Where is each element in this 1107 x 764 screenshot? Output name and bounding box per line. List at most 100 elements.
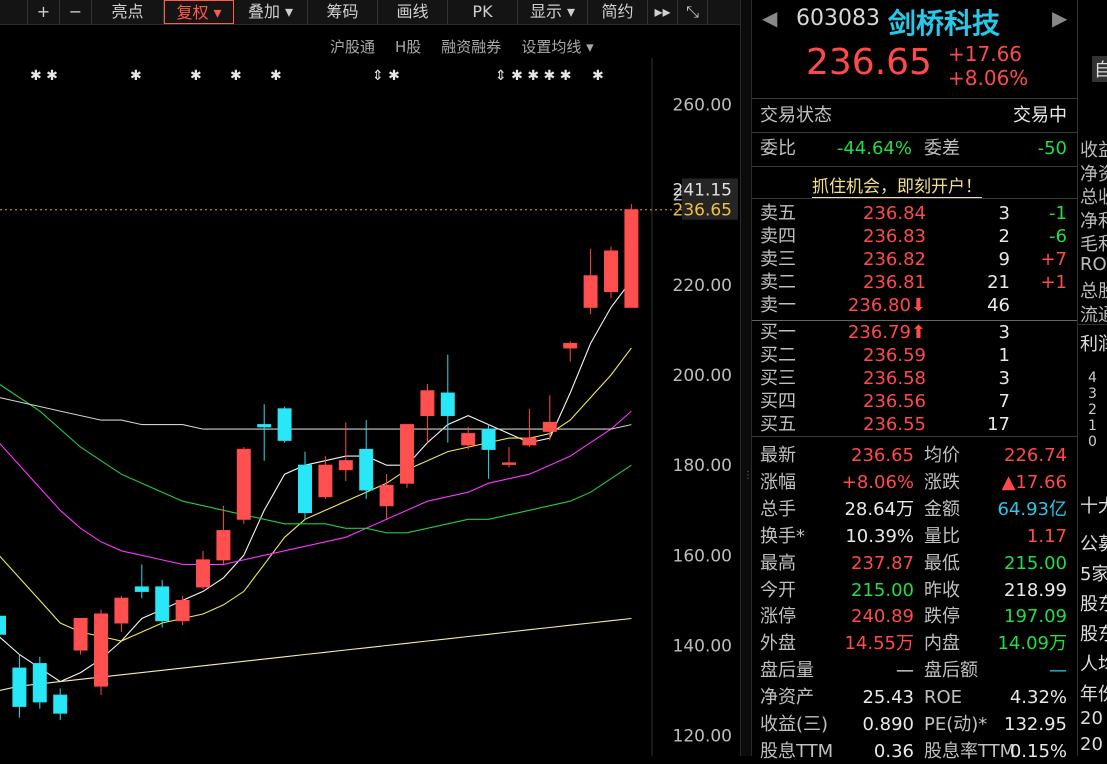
- candle-body[interactable]: [624, 209, 639, 308]
- strip-item: 净资: [1080, 163, 1107, 185]
- candle-body[interactable]: [12, 667, 27, 707]
- candle-body[interactable]: [420, 390, 435, 417]
- candle-body[interactable]: [298, 464, 312, 514]
- bid-row[interactable]: 买五 236.55 17: [752, 413, 1077, 437]
- candle-body[interactable]: [0, 615, 6, 635]
- stat-label: 均价: [924, 445, 960, 466]
- event-star-marker[interactable]: ✱: [190, 68, 202, 84]
- event-star-marker[interactable]: ✱: [130, 68, 142, 84]
- ask-change: +7: [1040, 249, 1067, 270]
- y-tick-label: 180.00: [673, 456, 732, 476]
- event-star-marker[interactable]: ⇕ ✱: [372, 68, 400, 84]
- strip-section: 利润: [1080, 334, 1107, 355]
- bid-row[interactable]: 买二 236.59 1: [752, 344, 1077, 368]
- subbar-link-2[interactable]: 融资融券: [441, 36, 501, 57]
- candle-body[interactable]: [481, 428, 496, 450]
- toolbar-button-5[interactable]: 叠加 ▾: [234, 0, 308, 24]
- candle-body[interactable]: [440, 392, 455, 417]
- candle-body[interactable]: [236, 448, 251, 520]
- candle-body[interactable]: [196, 559, 210, 588]
- bid-level: 买三: [760, 368, 796, 389]
- toolbar-button-7[interactable]: 画线: [378, 0, 448, 24]
- right-info-strip: 自收益净资总收净利毛利RO总股流通利润43210十大公募5家股东股东人均年份20…: [1077, 0, 1107, 756]
- stat-label: 总手: [760, 498, 796, 520]
- candle-body[interactable]: [400, 424, 414, 484]
- strip-tail-item: 公募: [1080, 534, 1107, 555]
- candle-body[interactable]: [32, 663, 47, 703]
- candle-body[interactable]: [502, 462, 516, 465]
- subbar-link-3[interactable]: 设置均线 ▾: [521, 36, 593, 57]
- candle-body[interactable]: [216, 530, 231, 561]
- stat-label: PE(动)*: [924, 714, 988, 735]
- toolbar-button-2[interactable]: −: [60, 0, 92, 24]
- stat-value: —: [896, 660, 914, 682]
- bid-row[interactable]: 买三 236.58 3: [752, 367, 1077, 391]
- strip-num: 3: [1088, 386, 1097, 402]
- toolbar-button-8[interactable]: PK: [448, 0, 518, 24]
- candle-body[interactable]: [53, 694, 68, 714]
- candle-body[interactable]: [277, 408, 292, 441]
- candle-body[interactable]: [522, 437, 537, 446]
- candle-body[interactable]: [542, 421, 557, 432]
- strip-tail-item: 年份: [1080, 684, 1107, 705]
- open-account-link[interactable]: 抓住机会，即刻开户！: [812, 172, 982, 198]
- toolbar-button-9[interactable]: 显示 ▾: [518, 0, 588, 24]
- candle-body[interactable]: [338, 460, 353, 471]
- stat-value: 240.89: [851, 606, 914, 628]
- candle-body[interactable]: [73, 617, 88, 651]
- toolbar-button-10[interactable]: 简约: [588, 0, 648, 24]
- candle-body[interactable]: [359, 448, 374, 491]
- panel-splitter[interactable]: ⋮: [740, 0, 753, 756]
- candle-body[interactable]: [461, 433, 476, 446]
- toolbar-button-1[interactable]: +: [28, 0, 60, 24]
- event-star-marker[interactable]: ✱: [230, 68, 242, 84]
- candle-body[interactable]: [379, 484, 394, 507]
- ask-level: 卖三: [760, 249, 796, 270]
- bid-price: 236.56: [863, 391, 926, 412]
- event-star-marker[interactable]: ✱ ✱: [30, 68, 58, 84]
- stat-value: 4.32%: [1009, 687, 1067, 709]
- event-star-marker[interactable]: ✱: [592, 68, 604, 84]
- candle-body[interactable]: [583, 275, 598, 308]
- toolbar-button-12[interactable]: ⤡: [678, 0, 708, 24]
- next-stock-icon[interactable]: ▶: [1052, 6, 1067, 30]
- bid-price: 236.79⬆: [847, 322, 926, 343]
- subbar-link-0[interactable]: 沪股通: [330, 36, 375, 57]
- stock-name: 剑桥科技: [888, 7, 1001, 40]
- subbar-link-1[interactable]: H股: [395, 36, 421, 57]
- ask-row[interactable]: 卖二 236.81 21 +1: [752, 271, 1077, 295]
- bid-row[interactable]: 买四 236.56 7: [752, 390, 1077, 414]
- stat-value: 197.09: [1004, 606, 1067, 628]
- toolbar-button-3[interactable]: 亮点: [92, 0, 164, 24]
- candle-body[interactable]: [94, 613, 108, 687]
- y-tick-label: 200.00: [673, 366, 732, 386]
- candle-body[interactable]: [134, 586, 149, 592]
- ask-row[interactable]: 卖三 236.82 9 +7: [752, 248, 1077, 272]
- toolbar-button-6[interactable]: 筹码: [308, 0, 378, 24]
- stat-row: 最新 236.65 均价 226.74: [752, 444, 1077, 468]
- event-star-marker[interactable]: ✱: [270, 68, 282, 84]
- toolbar-button-4[interactable]: 复权 ▾: [164, 0, 234, 24]
- candle-body[interactable]: [175, 599, 190, 622]
- ask-volume: 9: [998, 249, 1010, 270]
- event-star-marker[interactable]: ⇕ ✱ ✱ ✱ ✱: [495, 68, 571, 84]
- candle-body[interactable]: [604, 250, 618, 293]
- toolbar-button-0[interactable]: [0, 0, 28, 24]
- stat-row: 股息TTM 0.36 股息率TTM 0.15%: [752, 740, 1077, 764]
- toolbar-button-11[interactable]: ▸▸: [648, 0, 678, 24]
- candle-body[interactable]: [155, 586, 170, 622]
- kline-chart[interactable]: 260.00240.00220.00200.00180.00160.00140.…: [0, 58, 740, 756]
- candle-body[interactable]: [318, 464, 333, 498]
- candle-body[interactable]: [257, 424, 272, 428]
- prev-stock-icon[interactable]: ◀: [762, 6, 777, 30]
- ask-row[interactable]: 卖四 236.83 2 -6: [752, 225, 1077, 249]
- ask-row[interactable]: 卖一 236.80⬇ 46: [752, 294, 1077, 318]
- candle-body[interactable]: [114, 597, 129, 624]
- candle-body[interactable]: [563, 342, 578, 349]
- stat-value: 236.65: [851, 445, 914, 466]
- ask-price: 236.84: [863, 203, 926, 224]
- ask-row[interactable]: 卖五 236.84 3 -1: [752, 202, 1077, 226]
- strip-tail-item: 人均: [1080, 654, 1107, 675]
- stat-value: 28.64万: [844, 498, 914, 520]
- bid-row[interactable]: 买一 236.79⬆ 3: [752, 321, 1077, 345]
